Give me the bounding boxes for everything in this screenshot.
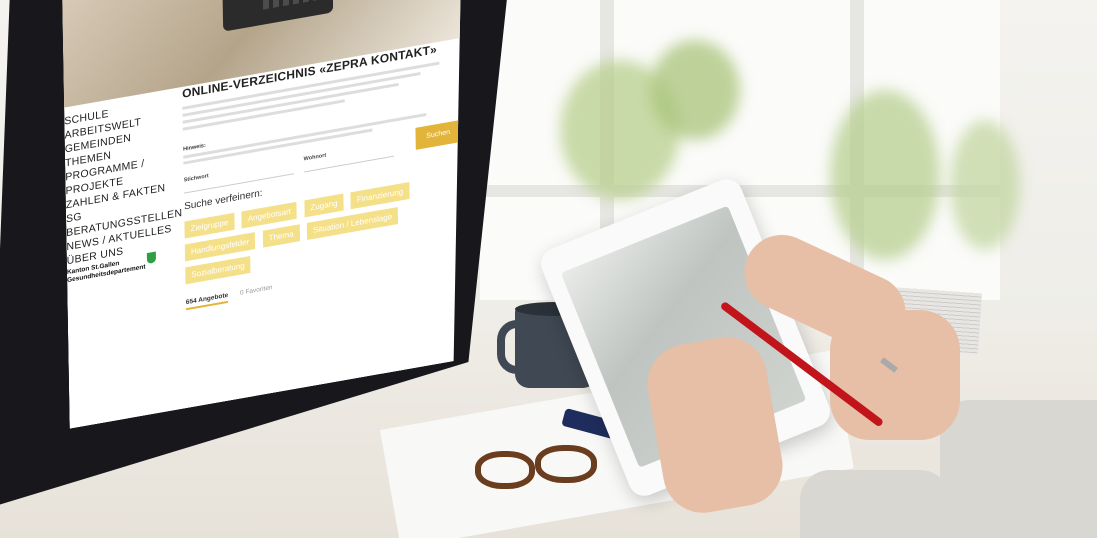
filter-chip[interactable]: Thema (263, 224, 300, 247)
main-navigation: SCHULE ARBEITSWELT GEMEINDEN THEMEN PROG… (64, 95, 177, 268)
website-screen: SCHULE ARBEITSWELT GEMEINDEN THEMEN PROG… (62, 0, 470, 429)
main-content: ONLINE-VERZEICHNIS «ZEPRA KONTAKT» Hinwe… (182, 39, 456, 306)
filter-chip[interactable]: Angebotsart (242, 202, 297, 229)
plant-blur (650, 40, 740, 140)
sleeve-left (800, 470, 950, 538)
filter-chip[interactable]: Sozialberatung (185, 256, 251, 284)
right-hand (830, 310, 960, 440)
kanton-shield-icon (147, 252, 156, 265)
eyeglasses (475, 445, 605, 489)
filter-chip[interactable]: Finanzierung (351, 182, 410, 209)
tab-favoriten[interactable]: 0 Favoriten (240, 284, 273, 297)
tab-angebote[interactable]: 654 Angebote (186, 292, 229, 310)
sleeve-right (940, 400, 1097, 538)
plant-blur (950, 120, 1020, 250)
filter-chip[interactable]: Zugang (304, 194, 343, 218)
office-scene: SCHULE ARBEITSWELT GEMEINDEN THEMEN PROG… (0, 0, 1097, 538)
plant-blur (830, 90, 940, 260)
filter-chip[interactable]: Zielgruppe (184, 213, 234, 239)
